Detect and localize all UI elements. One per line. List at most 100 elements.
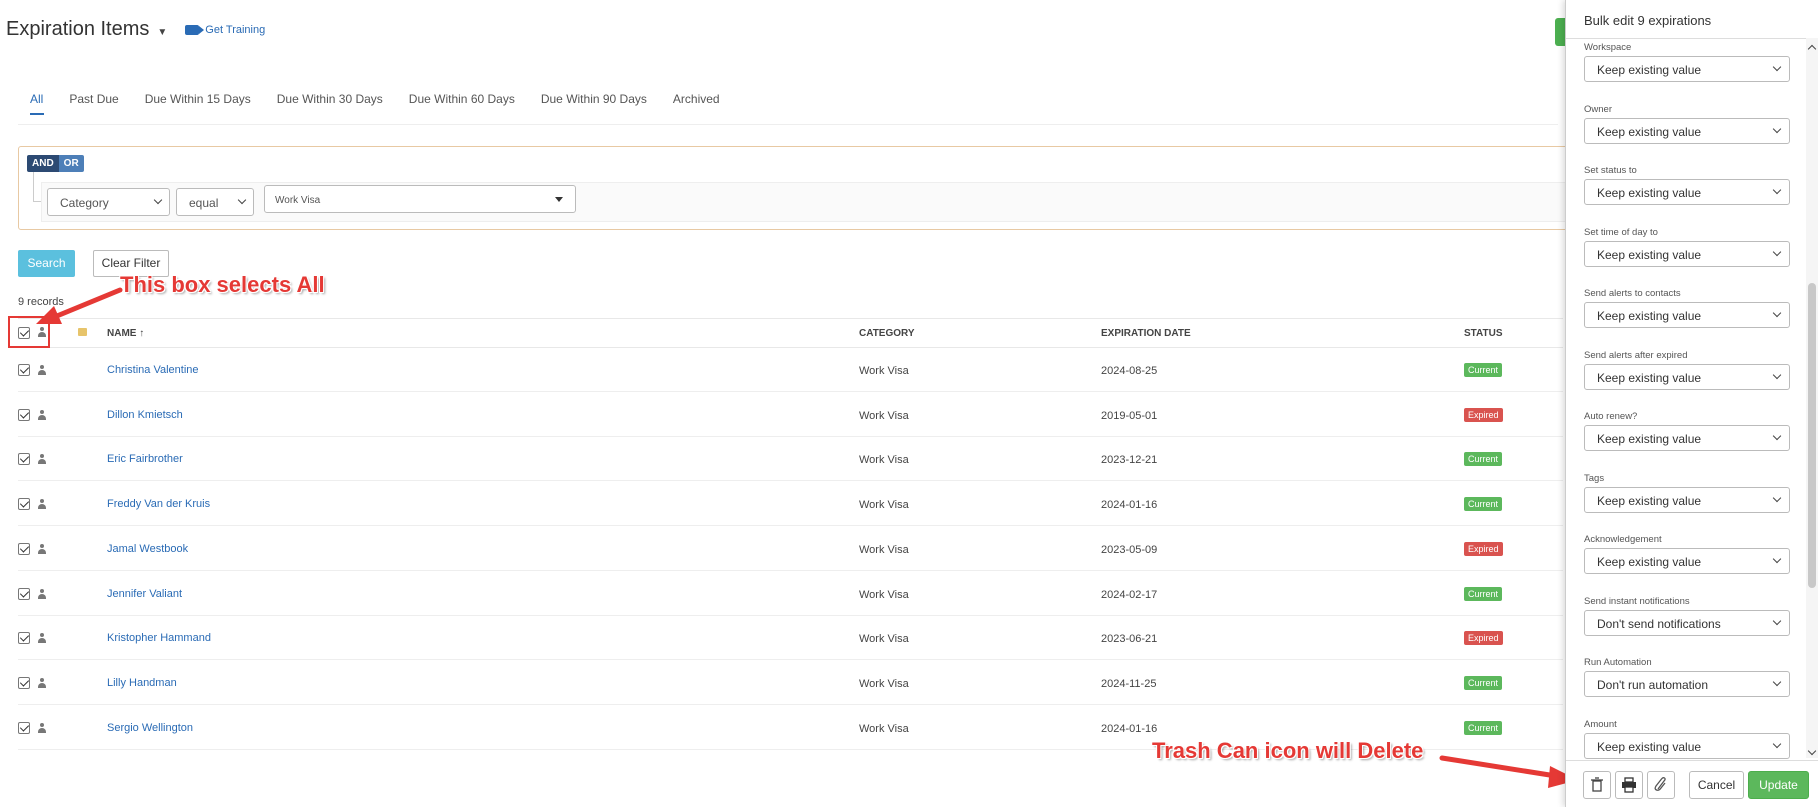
filter-field-value: Category <box>60 196 109 210</box>
person-icon <box>37 365 47 375</box>
attach-button[interactable] <box>1647 771 1675 799</box>
status-badge: Current <box>1464 497 1503 512</box>
tab-archived[interactable]: Archived <box>673 92 720 106</box>
table-header: NAME ↑ CATEGORY EXPIRATION DATE STATUS <box>18 318 1563 348</box>
get-training-label: Get Training <box>205 23 266 36</box>
column-expiration-date[interactable]: EXPIRATION DATE <box>1101 328 1191 339</box>
row-expiration-date: 2023-12-21 <box>1101 454 1158 467</box>
search-button[interactable]: Search <box>18 250 75 277</box>
field-select-value: Keep existing value <box>1597 555 1702 569</box>
row-checkbox[interactable] <box>18 676 30 689</box>
tab-past-due[interactable]: Past Due <box>69 92 118 106</box>
tab-due-15[interactable]: Due Within 15 Days <box>145 92 251 106</box>
row-checkbox[interactable] <box>18 453 30 466</box>
column-status[interactable]: STATUS <box>1464 328 1503 339</box>
filter-value-select[interactable]: Work Visa <box>264 185 576 213</box>
and-or-toggle: AND OR <box>27 155 84 172</box>
tab-due-60[interactable]: Due Within 60 Days <box>409 92 515 106</box>
or-button[interactable]: OR <box>58 155 84 172</box>
person-icon <box>37 409 47 420</box>
field-label: Set status to <box>1584 165 1637 176</box>
field-select-value: Don't send notifications <box>1597 616 1721 631</box>
panel-title: Bulk edit 9 expirations <box>1584 13 1712 28</box>
person-icon <box>37 722 47 733</box>
filter-rule: Category equal Work Visa <box>41 182 1571 222</box>
field-select[interactable]: Don't send notifications <box>1584 609 1790 636</box>
row-name-link[interactable]: Christina Valentine <box>107 364 199 376</box>
row-category: Work Visa <box>859 365 909 377</box>
chevron-down-icon <box>237 195 247 205</box>
table-row: Kristopher Hammand Work Visa 2023-06-21 Exp… <box>18 616 1563 661</box>
tabs-divider <box>18 124 1558 125</box>
row-expiration-date: 2024-01-16 <box>1101 722 1158 735</box>
row-checkbox[interactable] <box>18 542 30 555</box>
table-row: Christina Valentine Work Visa 2024-08-25 Cu… <box>18 348 1563 392</box>
print-button[interactable] <box>1615 771 1643 799</box>
and-button[interactable]: AND <box>27 155 59 172</box>
tab-due-30[interactable]: Due Within 30 Days <box>277 92 383 106</box>
row-checkbox[interactable] <box>18 632 30 645</box>
table-row: Lilly Handman Work Visa 2024-11-25 Current <box>18 661 1563 705</box>
row-checkbox[interactable] <box>18 408 30 421</box>
field-select[interactable]: Keep existing value <box>1584 363 1790 390</box>
active-tab-indicator <box>30 113 44 115</box>
field-select[interactable]: Keep existing value <box>1584 548 1790 574</box>
row-checkbox[interactable] <box>18 498 30 511</box>
cancel-button[interactable]: Cancel <box>1689 771 1744 799</box>
row-name-link[interactable]: Sergio Wellington <box>107 722 193 734</box>
column-name[interactable]: NAME ↑ <box>107 328 144 339</box>
page-title: Expiration Items <box>6 18 150 40</box>
chevron-down-icon <box>1772 62 1782 72</box>
caret-down-icon <box>555 197 563 202</box>
chevron-down-icon <box>153 195 163 205</box>
delete-button[interactable] <box>1583 771 1611 799</box>
field-select[interactable]: Keep existing value <box>1584 179 1790 205</box>
chevron-down-icon <box>1772 247 1782 256</box>
paperclip-icon <box>1654 777 1666 791</box>
tab-all[interactable]: All <box>30 92 43 106</box>
chevron-down-icon <box>1772 739 1782 748</box>
chevron-down-icon <box>1772 308 1782 318</box>
row-expiration-date: 2024-02-17 <box>1101 588 1158 601</box>
row-name-link[interactable]: Freddy Van der Kruis <box>107 498 210 510</box>
field-select[interactable]: Keep existing value <box>1584 117 1790 144</box>
field-label: Run Automation <box>1584 657 1652 668</box>
row-name-link[interactable]: Lilly Handman <box>107 677 177 689</box>
annotation-arrow-trash <box>1439 755 1578 788</box>
row-name-link[interactable]: Jennifer Valiant <box>107 588 182 600</box>
row-name-link[interactable]: Eric Fairbrother <box>107 453 183 465</box>
row-category: Work Visa <box>859 677 909 690</box>
table-row: Dillon Kmietsch Work Visa 2019-05-01 Expire… <box>18 393 1563 437</box>
status-badge: Current <box>1464 586 1503 601</box>
get-training-link[interactable]: Get Training <box>185 24 265 36</box>
status-badge: Expired <box>1464 407 1503 422</box>
row-checkbox[interactable] <box>18 364 30 376</box>
person-icon <box>37 588 47 599</box>
status-badge: Expired <box>1464 541 1503 556</box>
field-select-value: Keep existing value <box>1597 247 1702 262</box>
field-select[interactable]: Don't run automation <box>1584 671 1790 697</box>
row-checkbox[interactable] <box>18 587 30 600</box>
field-select-value: Keep existing value <box>1597 124 1702 139</box>
update-button[interactable]: Update <box>1748 771 1809 799</box>
header: Expiration Items ▼ Get Training <box>6 18 265 41</box>
row-category: Work Visa <box>859 454 909 467</box>
field-select[interactable]: Keep existing value <box>1584 486 1790 513</box>
filter-field-select[interactable]: Category <box>47 188 170 216</box>
row-name-link[interactable]: Dillon Kmietsch <box>107 409 183 421</box>
tab-due-90[interactable]: Due Within 90 Days <box>541 92 647 106</box>
field-select[interactable]: Keep existing value <box>1584 425 1790 451</box>
row-checkbox[interactable] <box>18 721 30 734</box>
column-category[interactable]: CATEGORY <box>859 328 915 339</box>
field-select[interactable]: Keep existing value <box>1584 240 1790 267</box>
field-select[interactable]: Keep existing value <box>1584 302 1790 328</box>
row-name-link[interactable]: Kristopher Hammand <box>107 632 211 644</box>
title-dropdown-icon[interactable]: ▼ <box>157 27 167 38</box>
field-select[interactable]: Keep existing value <box>1584 732 1790 759</box>
field-select[interactable]: Keep existing value <box>1584 56 1790 82</box>
row-name-link[interactable]: Jamal Westbook <box>107 543 188 555</box>
panel-scrollbar[interactable] <box>1806 38 1818 758</box>
filter-operator-select[interactable]: equal <box>176 188 254 216</box>
scrollbar-thumb[interactable] <box>1808 283 1816 588</box>
chevron-down-icon <box>1772 616 1782 625</box>
